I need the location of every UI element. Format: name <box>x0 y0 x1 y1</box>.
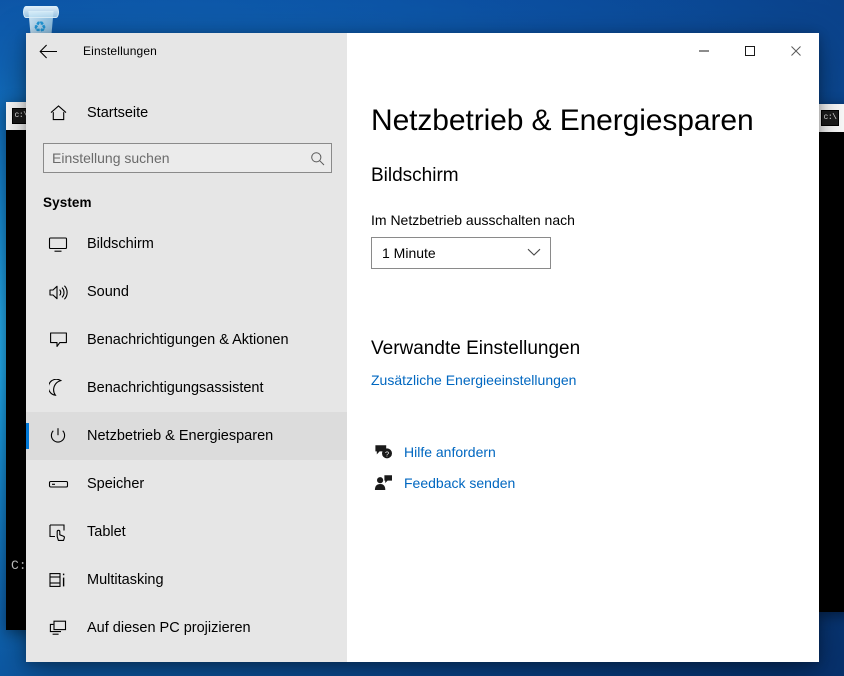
timeout-selected-value: 1 Minute <box>382 245 436 261</box>
sidebar-item-label: Benachrichtigungsassistent <box>87 380 264 396</box>
sidebar-item-multitasking[interactable]: Multitasking <box>26 556 347 604</box>
chevron-down-icon <box>527 244 541 262</box>
timeout-field-label: Im Netzbetrieb ausschalten nach <box>371 212 575 228</box>
sidebar-item-auf-diesen-pc-projizieren[interactable]: Auf diesen PC projizieren <box>26 604 347 652</box>
close-icon <box>791 46 801 56</box>
title-bar-right <box>347 33 819 69</box>
minimize-button[interactable] <box>681 33 727 69</box>
sidebar-nav-list: Bildschirm Sound Benachrichtigungen & Ak… <box>26 220 347 652</box>
home-icon <box>43 104 73 122</box>
sidebar-item-label: Benachrichtigungen & Aktionen <box>87 332 289 348</box>
support-link-label: Feedback senden <box>404 474 516 491</box>
maximize-button[interactable] <box>727 33 773 69</box>
search-input[interactable] <box>44 145 303 171</box>
svg-text:?: ? <box>384 449 388 458</box>
support-link-label: Hilfe anfordern <box>404 443 496 460</box>
help-bubble-icon: ? <box>371 443 395 460</box>
section-heading-bildschirm: Bildschirm <box>371 165 459 186</box>
feedback-person-icon <box>371 474 395 491</box>
content-pane: Netzbetrieb & Energiesparen Bildschirm I… <box>347 69 819 662</box>
sidebar-item-label: Bildschirm <box>87 236 154 252</box>
sidebar-item-label: Tablet <box>87 524 126 540</box>
background-console-window-right[interactable]: c:\ <box>815 104 844 612</box>
sidebar: Startseite System <box>26 69 347 662</box>
sidebar-item-label: Startseite <box>87 105 149 121</box>
feedback-link-row[interactable]: Feedback senden <box>371 467 819 498</box>
sidebar-item-home[interactable]: Startseite <box>26 93 347 133</box>
console-icon: c:\ <box>821 110 839 126</box>
monitor-icon <box>43 236 73 253</box>
back-button[interactable] <box>26 33 70 69</box>
help-link-row[interactable]: ? Hilfe anfordern <box>371 436 819 467</box>
speaker-icon <box>43 284 73 301</box>
page-title: Netzbetrieb & Energiesparen <box>371 104 754 137</box>
close-button[interactable] <box>773 33 819 69</box>
related-settings-link[interactable]: Zusätzliche Energieeinstellungen <box>371 372 576 388</box>
settings-window: Einstellungen Startseite Einstellung suc… <box>26 33 819 662</box>
minimize-icon <box>699 50 709 52</box>
window-body: Startseite System <box>26 69 819 662</box>
chat-bubble-icon <box>43 331 73 349</box>
search-icon[interactable] <box>303 151 331 166</box>
console-prompt-text: C: <box>11 558 27 573</box>
sidebar-item-netzbetrieb-energiesparen[interactable]: Netzbetrieb & Energiesparen <box>26 412 347 460</box>
drive-icon <box>43 477 73 491</box>
title-bar: Einstellungen <box>26 33 819 69</box>
project-screen-icon <box>43 619 73 637</box>
sidebar-item-label: Sound <box>87 284 129 300</box>
sidebar-item-label: Auf diesen PC projizieren <box>87 620 251 636</box>
sidebar-item-sound[interactable]: Sound <box>26 268 347 316</box>
power-icon <box>43 427 73 445</box>
window-title: Einstellungen <box>83 44 158 58</box>
multitasking-icon <box>43 571 73 589</box>
sidebar-item-label: Speicher <box>87 476 145 492</box>
section-heading-verwandte-einstellungen: Verwandte Einstellungen <box>371 338 581 359</box>
sidebar-item-speicher[interactable]: Speicher <box>26 460 347 508</box>
selection-indicator <box>26 423 29 449</box>
moon-icon <box>43 379 73 397</box>
search-box[interactable] <box>43 143 332 173</box>
sidebar-group-label: System <box>43 195 92 210</box>
sidebar-item-label: Netzbetrieb & Energiesparen <box>87 428 274 444</box>
support-links: ? Hilfe anfordern Feedback senden <box>371 436 819 498</box>
sidebar-item-tablet[interactable]: Tablet <box>26 508 347 556</box>
sidebar-item-benachrichtigungen-aktionen[interactable]: Benachrichtigungen & Aktionen <box>26 316 347 364</box>
title-bar-left: Einstellungen <box>26 33 347 69</box>
console-title-bar: c:\ <box>815 104 844 132</box>
sidebar-item-bildschirm[interactable]: Bildschirm <box>26 220 347 268</box>
tablet-touch-icon <box>43 523 73 542</box>
sidebar-item-benachrichtigungsassistent[interactable]: Benachrichtigungsassistent <box>26 364 347 412</box>
maximize-icon <box>745 46 755 56</box>
timeout-dropdown[interactable]: 1 Minute <box>371 237 551 269</box>
back-arrow-icon <box>38 44 57 58</box>
sidebar-item-label: Multitasking <box>87 572 164 588</box>
